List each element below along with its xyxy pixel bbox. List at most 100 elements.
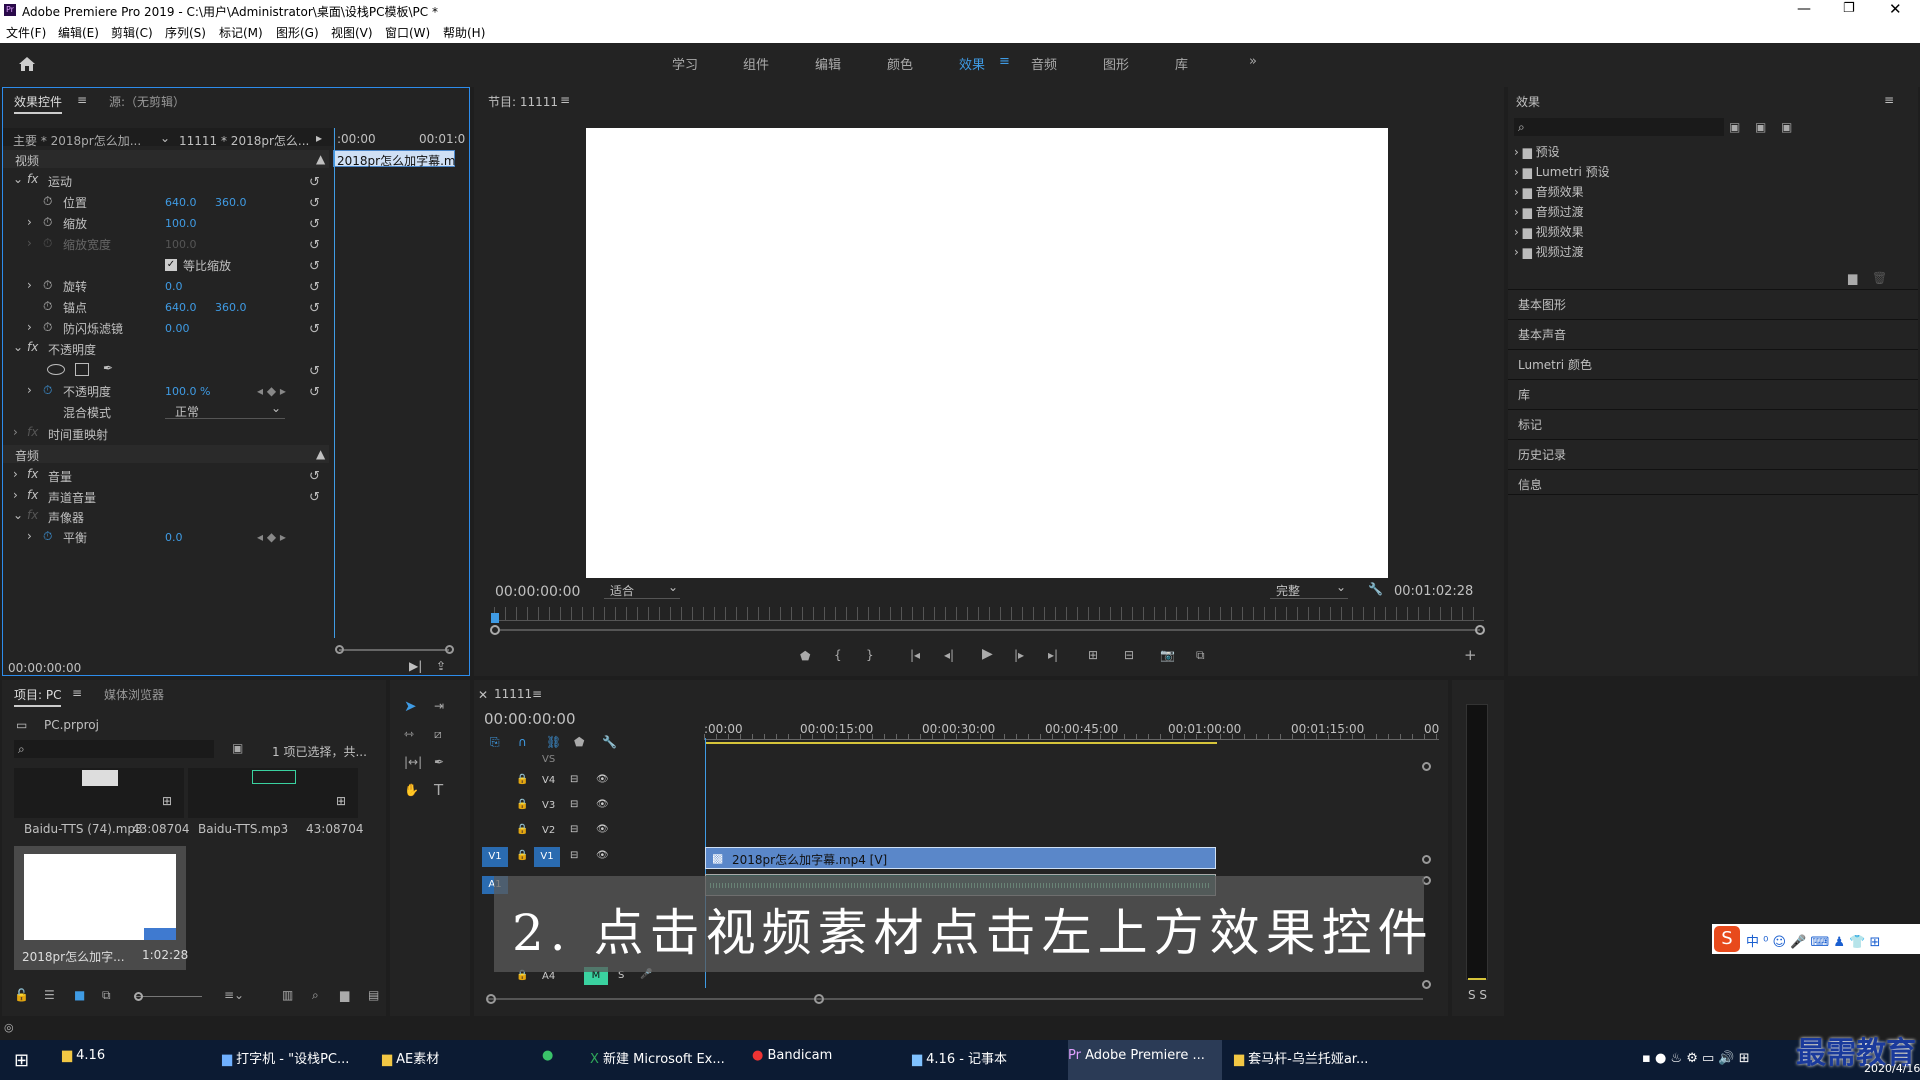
- folder-audio-effects[interactable]: › ▆ 音频效果: [1514, 183, 1584, 200]
- taskbar-item-folder[interactable]: ▆ 4.16: [62, 1048, 105, 1074]
- motion-expand-icon[interactable]: ⌄: [13, 172, 23, 186]
- home-icon[interactable]: [18, 56, 36, 72]
- chevron-right-icon[interactable]: ›: [27, 529, 32, 543]
- nest-icon[interactable]: ⎘: [490, 736, 500, 748]
- program-playhead[interactable]: [491, 613, 499, 623]
- menu-file[interactable]: 文件(F): [6, 24, 46, 41]
- stopwatch-icon[interactable]: ⏱: [43, 299, 52, 314]
- taskbar-item-ae-folder[interactable]: ▆ AE素材: [382, 1048, 439, 1074]
- new-bin-icon[interactable]: ▆: [340, 988, 349, 1002]
- position-y-value[interactable]: 360.0: [215, 196, 247, 209]
- program-scrub-ruler[interactable]: [494, 607, 1484, 621]
- flicker-value[interactable]: 0.00: [165, 322, 190, 335]
- close-button[interactable]: ✕: [1889, 0, 1902, 18]
- slip-tool-icon[interactable]: |↔|: [404, 756, 422, 768]
- freeform-view-icon[interactable]: ⧉: [102, 988, 111, 1003]
- taskbar-item-bandicam[interactable]: ● Bandicam: [752, 1048, 832, 1074]
- workspace-audio[interactable]: 音频: [1031, 54, 1057, 73]
- menu-marker[interactable]: 标记(M): [219, 24, 263, 41]
- stopwatch-icon[interactable]: ⏱: [43, 320, 52, 335]
- ime-mode-icons[interactable]: 中 ⁰ ☺ 🎤 ⌨ ♟ 👕 ⊞: [1746, 931, 1880, 950]
- chevron-right-icon[interactable]: ›: [27, 320, 32, 334]
- yuv-effects-icon[interactable]: ▣: [1781, 121, 1792, 133]
- chevron-right-icon[interactable]: ›: [13, 467, 18, 481]
- panner-expand-icon[interactable]: ⌄: [13, 508, 23, 522]
- timeline-vscroll-handle-mid[interactable]: [1422, 855, 1431, 864]
- timeline-vscroll-handle-bottom[interactable]: [1422, 980, 1431, 989]
- eye-icon[interactable]: 👁: [596, 824, 609, 835]
- fx-badge-motion[interactable]: fx: [27, 172, 38, 186]
- anchor-x-value[interactable]: 640.0: [165, 301, 197, 314]
- panel-menu-icon[interactable]: ≡: [72, 686, 82, 700]
- settings-wrench-icon[interactable]: 🔧: [1368, 582, 1383, 596]
- collapse-video-icon[interactable]: ▲: [316, 152, 325, 166]
- sync-lock-icon[interactable]: ⊟: [570, 774, 578, 785]
- taskbar-item-excel[interactable]: X 新建 Microsoft Ex...: [590, 1048, 725, 1074]
- eye-icon[interactable]: 👁: [596, 850, 609, 861]
- track-target-v1[interactable]: V1: [534, 847, 560, 867]
- sync-lock-icon[interactable]: ⊟: [570, 850, 578, 861]
- lock-icon[interactable]: 🔒: [516, 774, 528, 785]
- source-v1-toggle[interactable]: V1: [482, 847, 508, 867]
- folder-presets[interactable]: › ▆ 预设: [1514, 143, 1560, 160]
- blend-mode-select[interactable]: 正常 ⌄: [165, 401, 285, 419]
- fit-select[interactable]: 适合 ⌄: [604, 580, 680, 599]
- lock-icon[interactable]: 🔒: [516, 824, 528, 835]
- timeline-timecode[interactable]: 00:00:00:00: [484, 710, 576, 728]
- menu-graphics[interactable]: 图形(G): [276, 24, 319, 41]
- more-workspaces-icon[interactable]: »: [1249, 54, 1257, 69]
- mark-out-icon[interactable]: }: [866, 649, 874, 661]
- go-to-out-icon[interactable]: ▸|: [1048, 649, 1058, 661]
- rectangle-mask-icon[interactable]: [75, 363, 89, 376]
- new-search-bin-icon[interactable]: ▣: [232, 742, 243, 754]
- section-info[interactable]: 信息: [1508, 469, 1918, 495]
- section-essential-sound[interactable]: 基本声音: [1508, 319, 1918, 345]
- ripple-edit-tool-icon[interactable]: ⇿: [404, 728, 414, 740]
- razor-tool-icon[interactable]: ⧄: [434, 728, 442, 740]
- stopwatch-active-icon[interactable]: ⏱: [43, 383, 52, 398]
- fx-badge-channel-volume[interactable]: fx: [27, 488, 38, 502]
- menu-clip[interactable]: 剪辑(C): [111, 24, 153, 41]
- automate-icon[interactable]: ▥: [282, 988, 293, 1002]
- section-lumetri-color[interactable]: Lumetri 颜色: [1508, 349, 1918, 375]
- export-icon[interactable]: ⇪: [436, 659, 446, 673]
- workspace-graphics[interactable]: 图形: [1103, 54, 1129, 73]
- solo-labels[interactable]: S S: [1468, 988, 1487, 1002]
- mark-in-icon[interactable]: {: [834, 649, 842, 661]
- find-icon[interactable]: ⌕: [312, 988, 319, 1003]
- tab-project[interactable]: 项目: PC: [14, 686, 62, 707]
- section-libraries[interactable]: 库: [1508, 379, 1918, 405]
- project-search-input[interactable]: ⌕: [14, 740, 214, 758]
- list-view-icon[interactable]: ☰: [44, 988, 55, 1002]
- workspace-assembly[interactable]: 组件: [743, 54, 769, 73]
- overwrite-icon[interactable]: ⊟: [1124, 649, 1134, 661]
- project-item-thumb[interactable]: ⊞: [14, 768, 184, 818]
- opacity-value[interactable]: 100.0 %: [165, 385, 210, 398]
- anchor-y-value[interactable]: 360.0: [215, 301, 247, 314]
- stopwatch-icon[interactable]: ⏱: [43, 278, 52, 293]
- timeline-hscroll[interactable]: [488, 998, 1423, 1000]
- effects-search-input[interactable]: ⌕: [1514, 118, 1724, 136]
- video-clip[interactable]: ▩ 2018pr怎么加字幕.mp4 [V]: [705, 847, 1216, 869]
- position-x-value[interactable]: 640.0: [165, 196, 197, 209]
- sync-lock-icon[interactable]: ⊟: [570, 799, 578, 810]
- timeline-hscroll-handle-right[interactable]: [814, 994, 824, 1004]
- section-history[interactable]: 历史记录: [1508, 439, 1918, 465]
- add-marker-icon[interactable]: ⬟: [574, 736, 584, 748]
- keyframe-nav-icon[interactable]: ◂ ◆ ▸: [257, 384, 286, 398]
- zoom-slider[interactable]: [136, 996, 202, 997]
- rotation-value[interactable]: 0.0: [165, 280, 183, 293]
- linked-selection-icon[interactable]: ⛓: [546, 736, 561, 748]
- chevron-right-icon[interactable]: ›: [13, 425, 18, 439]
- start-windows-icon[interactable]: ⊞: [14, 1050, 29, 1071]
- tab-effect-controls[interactable]: 效果控件: [14, 93, 63, 114]
- accelerated-effects-icon[interactable]: ▣: [1729, 121, 1740, 133]
- lock-icon[interactable]: 🔒: [516, 850, 528, 861]
- eye-icon[interactable]: 👁: [596, 774, 609, 785]
- zoom-bar-handle-left[interactable]: [490, 625, 500, 635]
- chevron-right-icon[interactable]: ›: [27, 215, 32, 229]
- folder-audio-transitions[interactable]: › ▆ 音频过渡: [1514, 203, 1584, 220]
- sogou-logo-icon[interactable]: S: [1714, 926, 1740, 952]
- step-forward-icon[interactable]: |▸: [1014, 649, 1024, 661]
- menu-help[interactable]: 帮助(H): [443, 24, 485, 41]
